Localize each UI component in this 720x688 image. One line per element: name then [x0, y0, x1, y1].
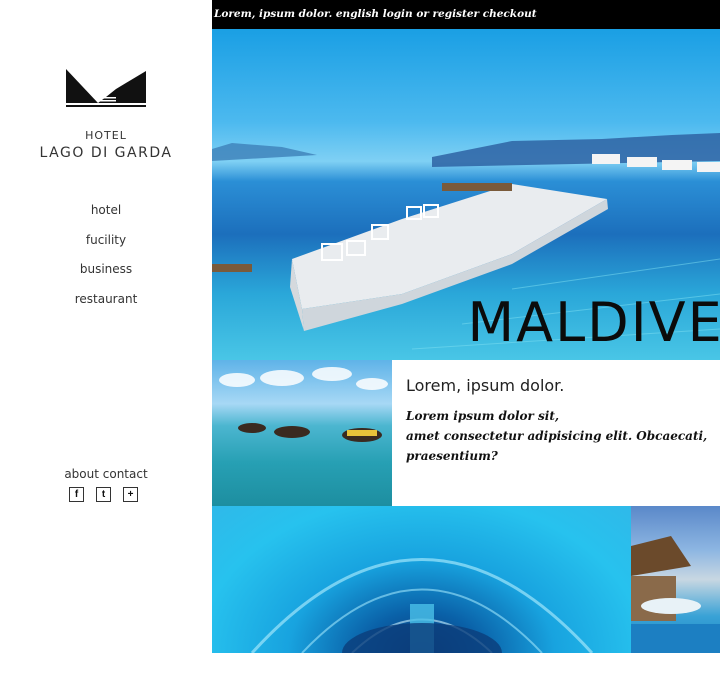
footer-links: about contact: [0, 467, 212, 481]
logo-hotel-label: HOTEL: [85, 129, 127, 142]
nav-item-hotel[interactable]: hotel: [0, 201, 212, 231]
contact-link[interactable]: contact: [103, 467, 148, 481]
tunnel-photo: [250, 558, 594, 653]
underwater-tunnel-image: [212, 506, 631, 653]
top-bar-text[interactable]: Lorem, ipsum dolor. english login or reg…: [214, 8, 537, 20]
villa-image: [631, 506, 720, 653]
feature-line-1: Lorem ipsum dolor sit,: [406, 409, 560, 423]
villa-photo: [631, 536, 720, 653]
feature-line-2: amet consectetur adipisicing elit. Obcae…: [406, 429, 708, 463]
logo-hotel-name: LAGO DI GARDA: [39, 145, 173, 161]
hero-title: MALDIVES: [467, 291, 720, 354]
hotel-logo[interactable]: [64, 67, 148, 111]
main-nav: hotel fucility business restaurant: [0, 201, 212, 319]
top-bar: Lorem, ipsum dolor. english login or reg…: [212, 0, 720, 29]
nav-item-business[interactable]: business: [0, 260, 212, 290]
plus-icon[interactable]: +: [123, 487, 138, 502]
feature-text-block: Lorem, ipsum dolor. Lorem ipsum dolor si…: [392, 360, 720, 506]
sidebar: HOTEL LAGO DI GARDA hotel fucility busin…: [0, 0, 212, 688]
feature-body: Lorem ipsum dolor sit, amet consectetur …: [406, 406, 720, 466]
about-link[interactable]: about: [64, 467, 99, 481]
twitter-icon[interactable]: t: [96, 487, 111, 502]
hero-image: MALDIVES: [212, 29, 720, 360]
nav-item-facility[interactable]: fucility: [0, 231, 212, 261]
nav-item-restaurant[interactable]: restaurant: [0, 290, 212, 320]
social-links: f t +: [69, 487, 138, 502]
feature-title: Lorem, ipsum dolor.: [406, 376, 565, 395]
swimmers-image: [212, 360, 392, 506]
swimmers-photo: [219, 367, 388, 442]
facebook-icon[interactable]: f: [69, 487, 84, 502]
